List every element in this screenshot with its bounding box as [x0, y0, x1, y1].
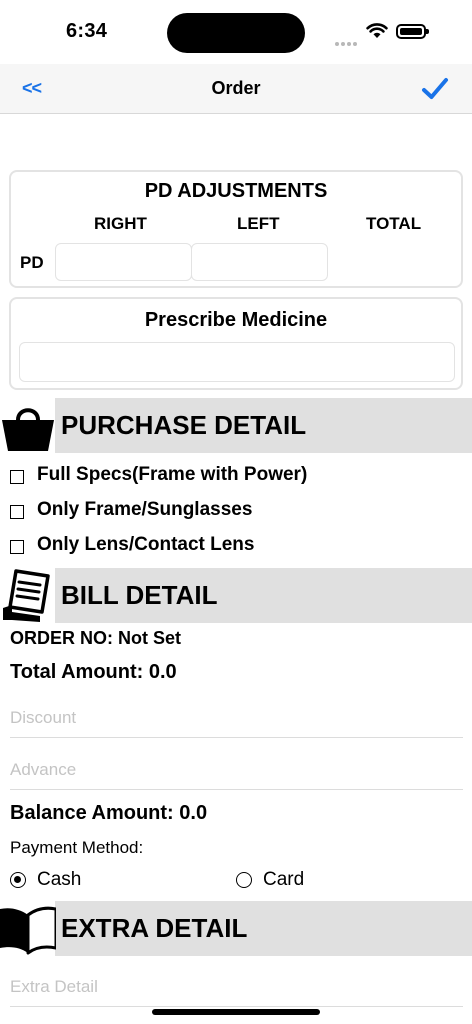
cellular-signal-icon — [335, 33, 359, 51]
column-left-label: LEFT — [237, 214, 280, 233]
checkbox-box[interactable] — [10, 540, 24, 554]
purchase-detail-title: PURCHASE DETAIL — [61, 410, 307, 440]
navigation-bar: << Order — [0, 64, 472, 114]
checkbox-label: Full Specs(Frame with Power) — [37, 464, 308, 485]
pd-right-input[interactable] — [55, 243, 192, 281]
purchase-detail-header: PURCHASE DETAIL — [0, 398, 472, 453]
pd-adjustments-title: PD ADJUSTMENTS — [144, 180, 328, 202]
column-right-label: RIGHT — [94, 214, 147, 233]
checkbox-label: Only Lens/Contact Lens — [37, 534, 255, 555]
bill-detail-header: BILL DETAIL — [0, 568, 472, 623]
page-title: Order — [211, 78, 261, 98]
open-book-icon — [0, 906, 56, 955]
payment-method-label: Payment Method: — [10, 838, 144, 857]
pd-left-input[interactable] — [191, 243, 328, 281]
radio-circle[interactable] — [236, 872, 252, 888]
prescribe-medicine-title: Prescribe Medicine — [144, 309, 328, 331]
radio-label: Card — [263, 869, 305, 890]
home-indicator — [152, 1009, 320, 1015]
order-number: ORDER NO: Not Set — [10, 628, 181, 648]
status-time: 6:34 — [66, 20, 108, 42]
extra-detail-header: EXTRA DETAIL — [0, 901, 472, 956]
receipt-icon — [3, 569, 50, 622]
pd-adjustments-card: PD ADJUSTMENTS RIGHT LEFT TOTAL PD — [9, 170, 463, 288]
checkbox-box[interactable] — [10, 505, 24, 519]
extra-detail-title: EXTRA DETAIL — [61, 913, 248, 943]
prescribe-medicine-input[interactable] — [19, 342, 455, 382]
extra-detail-input[interactable] — [10, 967, 463, 1007]
shopping-basket-icon — [2, 408, 54, 451]
dynamic-island — [167, 13, 305, 53]
back-button[interactable]: << — [22, 78, 42, 99]
bill-detail-title: BILL DETAIL — [61, 580, 218, 610]
status-bar: 6:34 — [0, 0, 472, 64]
radio-circle-selected[interactable] — [10, 872, 26, 888]
wifi-icon — [366, 23, 388, 38]
radio-label: Cash — [37, 869, 82, 890]
checkmark-icon[interactable] — [420, 76, 450, 102]
pd-row-label: PD — [20, 253, 44, 272]
advance-input[interactable] — [10, 750, 463, 790]
battery-icon — [396, 24, 429, 39]
checkbox-box[interactable] — [10, 470, 24, 484]
column-total-label: TOTAL — [366, 214, 422, 233]
prescribe-medicine-card: Prescribe Medicine — [9, 297, 463, 390]
balance-amount: Balance Amount: 0.0 — [10, 802, 208, 824]
discount-input[interactable] — [10, 698, 463, 738]
total-amount: Total Amount: 0.0 — [10, 661, 177, 683]
checkbox-label: Only Frame/Sunglasses — [37, 499, 253, 520]
